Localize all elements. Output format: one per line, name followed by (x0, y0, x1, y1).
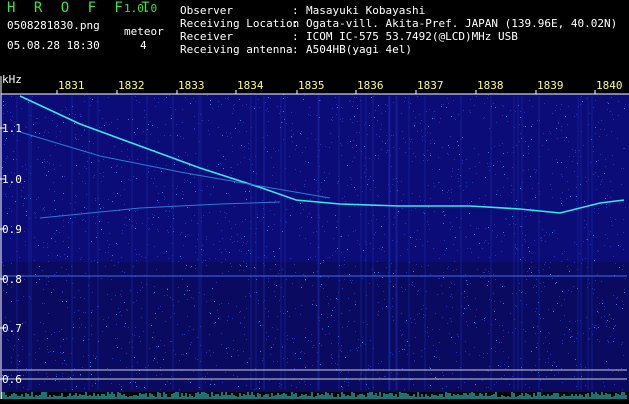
header-panel: H R O F F T 1.0.0 0508281830.png 05.08.2… (0, 0, 629, 72)
y-tick-0.9: 0.9 (2, 223, 22, 236)
info-row-antenna: Receiving antenna: A504HB(yagi 4el) (180, 43, 412, 56)
x-tick-1834: 1834 (237, 79, 264, 92)
x-tick-1832: 1832 (118, 79, 145, 92)
spectrogram-lower-band (0, 262, 629, 392)
x-tick-1836: 1836 (357, 79, 384, 92)
y-unit-label: kHz (2, 73, 22, 86)
y-tick-0.7: 0.7 (2, 322, 22, 335)
x-tick-1839: 1839 (537, 79, 564, 92)
meteor-label: meteor (124, 25, 164, 38)
x-tick-1840: 1840 (596, 79, 623, 92)
date-time: 05.08.28 18:30 (7, 39, 100, 52)
file-name: 0508281830.png (7, 19, 100, 32)
y-tick-0.6: 0.6 (2, 373, 22, 386)
info-row-receiver: Receiver: ICOM IC-575 53.7492(@LCD)MHz US… (180, 30, 518, 43)
y-tick-0.8: 0.8 (2, 273, 22, 286)
info-row-location: Receiving Location: Ogata-vill. Akita-Pre… (180, 17, 618, 30)
station-info: Observer: Masayuki Kobayashi Receiving Lo… (180, 4, 617, 56)
y-tick-1.1: 1.1 (2, 122, 22, 135)
info-row-observer: Observer: Masayuki Kobayashi (180, 4, 426, 17)
x-tick-1838: 1838 (477, 79, 504, 92)
meteor-count: 4 (140, 39, 147, 52)
x-tick-1831: 1831 (58, 79, 85, 92)
x-tick-1835: 1835 (298, 79, 325, 92)
x-tick-1837: 1837 (417, 79, 444, 92)
app-version: 1.0.0 (124, 2, 158, 15)
x-tick-1833: 1833 (178, 79, 205, 92)
y-tick-1.0: 1.0 (2, 173, 22, 186)
spectrogram-panel: kHz 1.1 1.0 0.9 0.8 0.7 0.6 1831 1832 18… (0, 72, 629, 400)
spectrogram-chart (0, 76, 629, 399)
